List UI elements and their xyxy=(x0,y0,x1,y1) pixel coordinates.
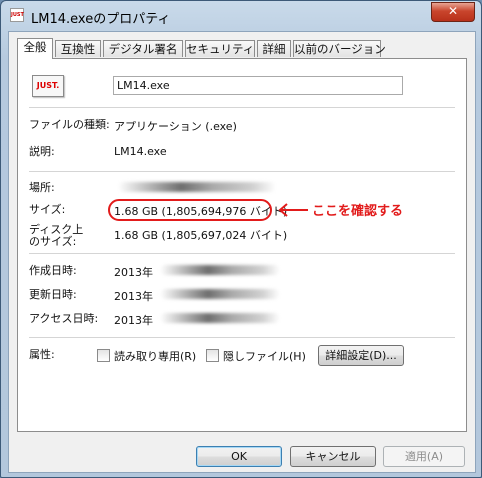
attributes-label: 属性: xyxy=(29,348,55,361)
checkbox-box[interactable] xyxy=(97,349,110,362)
hidden-checkbox[interactable]: 隠しファイル(H) xyxy=(206,348,306,364)
file-icon: JUST. xyxy=(32,75,64,97)
cancel-button[interactable]: キャンセル xyxy=(290,446,376,467)
modified-value: 2013年 xyxy=(114,290,153,303)
dialog-body: 全般 互換性 デジタル署名 セキュリティ 詳細 以前のバージョン JUST. L… xyxy=(8,31,476,473)
hidden-label: 隠しファイル(H) xyxy=(223,350,306,363)
modified-redacted xyxy=(160,289,280,299)
tab-general[interactable]: 全般 xyxy=(17,38,53,59)
annotation-note: ここを確認する xyxy=(312,204,404,219)
modified-label: 更新日時: xyxy=(29,288,77,301)
tab-previous-versions[interactable]: 以前のバージョン xyxy=(293,40,386,57)
window-title: LM14.exeのプロパティ xyxy=(31,12,171,27)
properties-window: JUST LM14.exeのプロパティ ✕ 全般 互換性 デジタル署名 セキュリ… xyxy=(0,0,482,478)
accessed-redacted xyxy=(160,313,280,323)
file-type-value: アプリケーション (.exe) xyxy=(114,120,237,133)
title-bar: JUST LM14.exeのプロパティ ✕ xyxy=(1,1,481,31)
tab-digital-signature[interactable]: デジタル署名 xyxy=(103,40,183,57)
size-on-disk-label-2: のサイズ: xyxy=(29,235,77,248)
app-icon: JUST xyxy=(10,8,24,22)
divider xyxy=(29,337,455,338)
annotation-arrow-icon xyxy=(278,203,308,217)
readonly-checkbox[interactable]: 読み取り専用(R) xyxy=(97,348,196,364)
highlight-oval xyxy=(108,199,272,221)
close-button[interactable]: ✕ xyxy=(431,2,475,22)
created-label: 作成日時: xyxy=(29,264,77,277)
tab-details[interactable]: 詳細 xyxy=(257,40,291,57)
divider xyxy=(29,253,455,254)
file-name-field[interactable]: LM14.exe xyxy=(113,76,403,95)
description-label: 説明: xyxy=(29,145,55,158)
divider xyxy=(29,171,455,172)
general-panel: JUST. LM14.exe ファイルの種類: アプリケーション (.exe) … xyxy=(17,58,467,432)
description-value: LM14.exe xyxy=(114,145,167,158)
ok-button[interactable]: OK xyxy=(196,446,282,467)
divider xyxy=(29,107,455,108)
checkbox-box[interactable] xyxy=(206,349,219,362)
location-label: 場所: xyxy=(29,181,55,194)
file-type-label: ファイルの種類: xyxy=(29,118,110,131)
size-label: サイズ: xyxy=(29,203,66,216)
advanced-button[interactable]: 詳細設定(D)... xyxy=(318,345,404,366)
accessed-label: アクセス日時: xyxy=(29,312,99,325)
accessed-value: 2013年 xyxy=(114,314,153,327)
created-value: 2013年 xyxy=(114,266,153,279)
apply-button[interactable]: 適用(A) xyxy=(383,446,465,467)
created-redacted xyxy=(160,265,280,275)
size-on-disk-value: 1.68 GB (1,805,697,024 バイト) xyxy=(114,229,288,242)
location-redacted xyxy=(118,182,276,192)
readonly-label: 読み取り専用(R) xyxy=(114,350,197,363)
tab-compatibility[interactable]: 互換性 xyxy=(55,40,101,57)
tab-security[interactable]: セキュリティ xyxy=(185,40,255,57)
